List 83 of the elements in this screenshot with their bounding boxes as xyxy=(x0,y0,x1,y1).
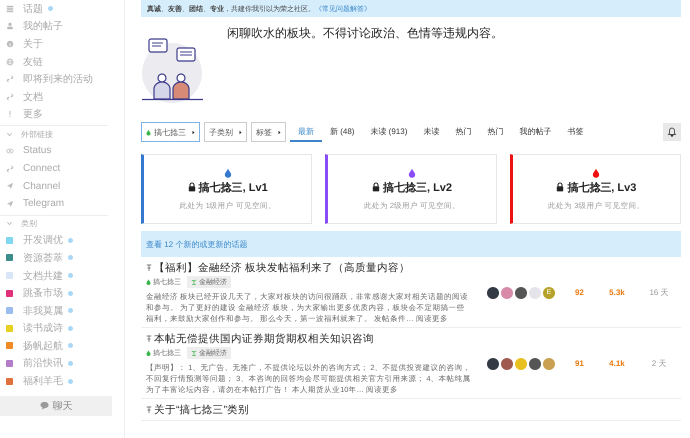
user-icon xyxy=(6,22,14,30)
nav-tab[interactable]: 未读 xyxy=(415,122,448,142)
category-link[interactable]: 跳蚤市场 xyxy=(0,284,108,302)
caret-icon xyxy=(239,130,242,134)
caret-icon xyxy=(6,130,13,138)
eye-icon xyxy=(6,146,14,155)
avatar[interactable] xyxy=(529,358,541,370)
topic-title[interactable]: 关于“搞七捻三”类别 xyxy=(154,403,249,417)
category-link[interactable]: 扬帆起航 xyxy=(0,337,108,355)
nav-tab[interactable]: 新 (48) xyxy=(322,122,362,142)
notice-text: 查看 12 个新的或更新的话题 xyxy=(146,238,248,250)
link-icon xyxy=(6,92,14,101)
nav-tab[interactable]: 未读 (913) xyxy=(362,122,416,142)
sprout-icon xyxy=(191,279,197,285)
sidebar-item[interactable]: 即将到来的活动 xyxy=(0,70,108,88)
caret-icon xyxy=(192,130,195,134)
sidebar-link[interactable]: Telegram xyxy=(0,194,108,213)
topic-title[interactable]: 本帖无偿提供国内证券期货期权相关知识咨询 xyxy=(154,332,374,346)
sidebar-item[interactable]: 文档 xyxy=(0,88,108,106)
category-link[interactable]: 福利羊毛 xyxy=(0,372,108,390)
category-link[interactable]: 读书成诗 xyxy=(0,320,108,338)
view-count: 4.1k xyxy=(608,359,626,368)
section-header[interactable]: 类别 xyxy=(0,216,108,232)
category-link[interactable]: 资源荟萃 xyxy=(0,249,108,267)
avatar[interactable] xyxy=(487,358,499,370)
topics-icon xyxy=(6,4,14,13)
lock-icon xyxy=(556,182,564,192)
send-icon xyxy=(6,200,14,208)
send-icon xyxy=(6,182,14,190)
drop-icon xyxy=(224,168,232,178)
lock-icon xyxy=(372,182,380,192)
info-icon xyxy=(6,40,14,48)
nav-tab[interactable]: 热门 xyxy=(447,122,480,142)
sidebar-item[interactable]: 更多 xyxy=(0,106,108,124)
drop-icon xyxy=(146,128,151,136)
sidebar-item[interactable]: 关于 xyxy=(0,35,108,53)
category-link[interactable]: 开发调优 xyxy=(0,232,108,250)
drop-icon xyxy=(408,168,416,178)
card-title: 搞七捻三, Lv2 xyxy=(382,180,452,194)
reply-count: 92 xyxy=(574,288,585,297)
topic-title[interactable]: 【福利】金融经济 板块发帖福利来了（高质量内容） xyxy=(154,261,410,275)
chat-bubble-icon xyxy=(40,401,48,410)
nav-tab[interactable]: 书签 xyxy=(559,122,592,142)
category-link[interactable]: 前沿快讯 xyxy=(0,354,108,372)
activity-age[interactable]: 2 天 xyxy=(637,358,681,369)
link-icon xyxy=(6,164,14,173)
notification-button[interactable] xyxy=(663,123,681,141)
bell-icon xyxy=(667,127,677,137)
category-description: 闲聊吹水的板块。不得讨论政治、色情等违规内容。 xyxy=(227,25,503,42)
card-title: 搞七捻三, Lv1 xyxy=(198,180,268,194)
sidebar-item[interactable]: 话题 xyxy=(0,0,108,18)
card-title: 搞七捻三, Lv3 xyxy=(567,180,636,194)
nav-tab[interactable]: 我的帖子 xyxy=(511,122,560,142)
sidebar-item[interactable]: 友链 xyxy=(0,52,108,70)
view-count: 5.3k xyxy=(608,288,626,297)
sidebar-link[interactable]: Connect xyxy=(0,160,108,178)
sidebar-link[interactable]: Status xyxy=(0,142,108,160)
section-header[interactable]: 外部链接 xyxy=(0,126,108,142)
globe-icon xyxy=(6,58,14,66)
category-dropdown[interactable]: 搞七捻三 xyxy=(141,122,200,142)
reply-count: 91 xyxy=(574,359,585,368)
link-icon xyxy=(6,75,14,84)
drop-icon xyxy=(592,168,600,178)
avatar[interactable] xyxy=(515,286,527,298)
category-link[interactable]: 文档共建 xyxy=(0,266,108,284)
lock-icon xyxy=(188,182,196,192)
sidebar-link[interactable]: Channel xyxy=(0,177,108,195)
category-link[interactable]: 非我莫属 xyxy=(0,302,108,320)
filter-dropdown[interactable]: 标签 xyxy=(251,122,286,142)
nav-tab[interactable]: 最新 xyxy=(290,122,322,142)
avatar[interactable] xyxy=(487,286,499,298)
sprout-icon xyxy=(191,350,197,356)
new-topics-notice[interactable]: 查看 12 个新的或更新的话题 xyxy=(141,231,681,257)
caret-icon xyxy=(278,130,281,134)
caret-icon xyxy=(6,220,13,228)
nav-tab[interactable]: 热门 xyxy=(479,122,512,142)
drop-icon xyxy=(146,279,151,285)
activity-age[interactable]: 16 天 xyxy=(637,287,681,298)
chat-button[interactable]: 聊天 xyxy=(0,396,112,416)
filter-dropdown[interactable]: 子类别 xyxy=(204,122,247,142)
drop-icon xyxy=(146,350,151,356)
sidebar-item[interactable]: 我的帖子 xyxy=(0,18,108,36)
avatar[interactable] xyxy=(501,358,513,370)
